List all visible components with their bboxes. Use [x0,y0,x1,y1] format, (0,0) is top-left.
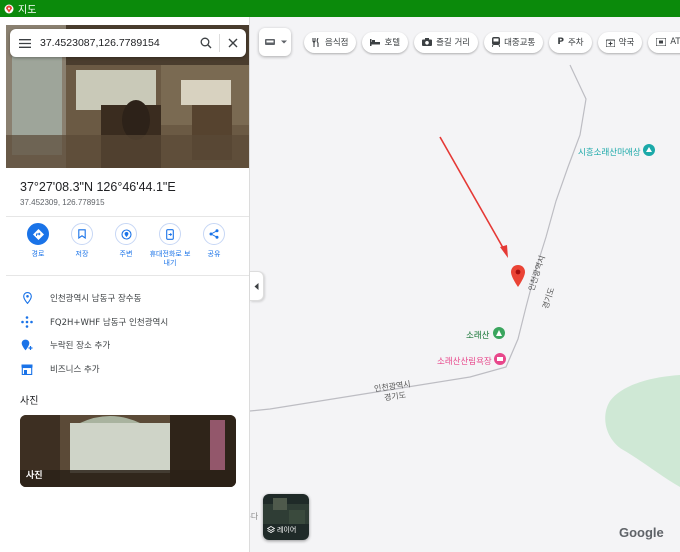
info-row-add-business[interactable]: 비즈니스 추가 [20,363,100,375]
action-label: 휴대전화로 보내기 [149,250,191,267]
search-input[interactable]: 37.4523087,126.7789154 [40,37,193,49]
place-title: 37°27'08.3"N 126°46'44.1"E [20,180,176,194]
google-logo-text: Google [619,525,664,540]
action-label: 저장 [75,250,89,258]
chevron-down-icon [280,40,287,44]
photos-gallery[interactable]: 사진 [20,415,236,487]
atm-icon [656,38,667,46]
chip-label: 즐길 거리 [436,38,471,48]
map-background [250,17,680,552]
share-button[interactable]: 공유 [192,223,236,268]
layers-text: 레이어 [277,526,297,534]
info-text: FQ2H+WHF 남동구 인천광역시 [50,318,169,328]
layers-button[interactable]: 레이어 [263,494,309,540]
chip-attractions[interactable]: 즐길 거리 [414,31,479,53]
bed-icon [370,38,381,46]
info-text: 인천광역시 남동구 장수동 [50,294,142,304]
chip-transit[interactable]: 대중교통 [484,31,544,53]
window-titlebar: 지도 [0,0,680,17]
pharmacy-icon [605,38,615,47]
google-logo: Google [619,525,664,540]
close-icon[interactable] [220,38,246,48]
action-buttons: 경로 저장 주변 휴대전화로 보내기 공유 [16,223,236,268]
send-to-phone-button[interactable]: 휴대전화로 보내기 [148,223,192,268]
action-label: 경로 [31,250,45,258]
plus-code-icon [20,316,34,328]
location-pin-marker[interactable] [511,265,525,287]
maps-app-icon [4,4,14,13]
chip-label: ATM [670,37,680,47]
poi-label-mountain-yard[interactable]: 시흥소래산마애상 [578,146,641,158]
fork-knife-icon [312,37,321,47]
share-icon [203,223,225,245]
place-subtitle[interactable]: 37.452309, 126.778915 [20,198,105,207]
action-label: 공유 [207,250,221,258]
save-button[interactable]: 저장 [60,223,104,268]
map-canvas[interactable]: 시흥소래산마애상 인천광역시 경기도 소래산 소래산산림욕장 인천광역시 경기도… [250,17,680,552]
mountain-icon[interactable] [493,327,505,339]
tram-icon [264,39,275,45]
partial-map-label: -다 [250,512,259,521]
directions-icon [27,223,49,245]
chip-parking[interactable]: P 주차 [549,31,592,53]
divider [6,275,249,276]
info-row-address[interactable]: 인천광역시 남동구 장수동 [20,292,141,304]
nearby-button[interactable]: 주변 [104,223,148,268]
phone-icon [159,223,181,245]
mountain-label[interactable]: 소래산 [466,329,489,341]
layers-icon [267,526,275,533]
chip-label: 호텔 [384,38,401,48]
info-text: 누락된 장소 추가 [50,341,111,351]
poi-marker-icon[interactable] [643,144,655,156]
chip-label: 대중교통 [504,38,536,48]
parking-icon: P [557,37,564,47]
search-box[interactable]: 37.4523087,126.7789154 [10,29,246,57]
transit-layer-button[interactable] [259,28,291,56]
directions-button[interactable]: 경로 [16,223,60,268]
nearby-icon [115,223,137,245]
location-pin-icon [20,292,34,304]
chip-atm[interactable]: ATM [648,31,680,53]
store-icon [20,364,34,375]
divider [6,216,249,217]
forest-yard-label[interactable]: 소래산산림욕장 [437,355,492,367]
window-title: 지도 [18,5,37,16]
chevron-left-icon [254,282,259,290]
forest-yard-icon[interactable] [494,353,506,365]
action-label: 주변 [119,250,133,258]
search-icon[interactable] [193,37,219,49]
info-row-add-place[interactable]: 누락된 장소 추가 [20,339,110,351]
layers-label: 레이어 [267,525,296,535]
add-place-icon [20,339,34,351]
train-icon [492,37,501,47]
collapse-panel-button[interactable] [250,271,264,301]
map-toolbar: 음식점 호텔 즐길 거리 대중교통 P 주차 약국 AT [259,28,680,56]
hamburger-menu-icon[interactable] [10,38,40,48]
place-panel: 37.4523087,126.7789154 37°27'08.3"N 126°… [0,17,250,552]
chip-label: 약국 [618,38,635,48]
info-row-plus-code[interactable]: FQ2H+WHF 남동구 인천광역시 [20,316,168,328]
chip-restaurant[interactable]: 음식점 [304,31,357,53]
camera-icon [422,38,433,46]
chip-hotel[interactable]: 호텔 [362,31,409,53]
photos-heading: 사진 [20,396,39,407]
info-text: 비즈니스 추가 [50,365,100,375]
photos-caption: 사진 [26,471,43,481]
chip-label: 음식점 [325,38,349,48]
bookmark-icon [71,223,93,245]
category-chips: 음식점 호텔 즐길 거리 대중교통 P 주차 약국 AT [304,31,680,53]
chip-pharmacy[interactable]: 약국 [597,31,643,53]
chip-label: 주차 [567,38,584,48]
